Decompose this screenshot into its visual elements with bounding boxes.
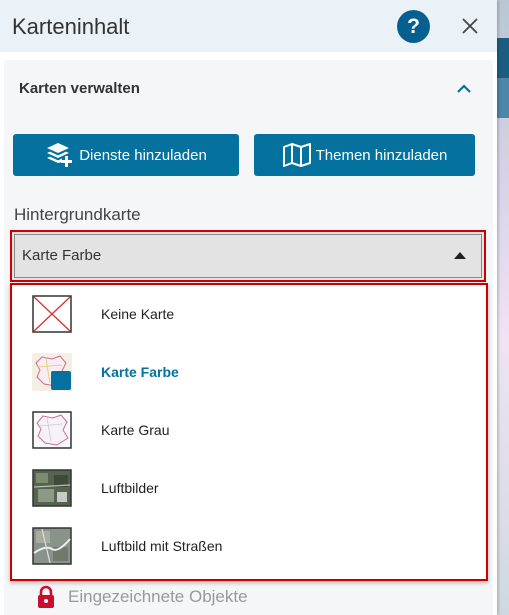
close-button[interactable] xyxy=(457,11,483,41)
no-map-icon xyxy=(32,295,72,333)
load-themes-button[interactable]: Themen hinzuladen xyxy=(254,134,475,176)
map-canvas[interactable] xyxy=(497,0,509,615)
load-services-button[interactable]: Dienste hinzuladen xyxy=(13,134,239,176)
map-icon xyxy=(282,143,311,167)
selected-value: Karte Farbe xyxy=(22,247,102,264)
background-map-label: Hintergrundkarte xyxy=(14,205,141,224)
load-themes-label: Themen hinzuladen xyxy=(315,146,448,164)
background-map-dropdown: Keine Karte Karte Farbe Karte Grau Luftb… xyxy=(10,283,488,581)
drawn-objects-label: Eingezeichnete Objekte xyxy=(68,587,248,606)
map-control[interactable] xyxy=(497,78,509,118)
option-label: Karte Grau xyxy=(101,422,170,438)
layers-add-icon xyxy=(47,143,73,167)
panel-header: Karteninhalt ? xyxy=(0,0,497,52)
aerial-streets-thumbnail xyxy=(32,527,72,565)
map-content-panel: Karteninhalt ? Karten verwalten Dienste … xyxy=(0,0,497,615)
caret-up-icon xyxy=(454,252,466,259)
gray-map-thumbnail xyxy=(32,411,72,449)
option-luftbilder[interactable]: Luftbilder xyxy=(12,459,486,517)
panel-title: Karteninhalt xyxy=(12,14,130,39)
background-map-select[interactable]: Karte Farbe xyxy=(10,230,486,282)
lock-icon xyxy=(38,585,54,608)
color-map-thumbnail xyxy=(32,353,72,391)
section-title: Karten verwalten xyxy=(19,80,140,97)
option-keine-karte[interactable]: Keine Karte xyxy=(12,285,486,343)
load-services-label: Dienste hinzuladen xyxy=(79,146,207,164)
option-label: Karte Farbe xyxy=(101,364,179,380)
option-luftbild-mit-strassen[interactable]: Luftbild mit Straßen xyxy=(12,517,486,575)
help-button[interactable]: ? xyxy=(397,10,430,43)
option-karte-grau[interactable]: Karte Grau xyxy=(12,401,486,459)
aerial-thumbnail xyxy=(32,469,72,507)
option-label: Luftbilder xyxy=(101,480,159,496)
chevron-up-icon[interactable] xyxy=(456,81,472,97)
option-karte-farbe[interactable]: Karte Farbe xyxy=(12,343,486,401)
map-control[interactable] xyxy=(497,38,509,78)
option-label: Luftbild mit Straßen xyxy=(101,538,223,554)
close-icon xyxy=(462,18,478,34)
drawn-objects-layer[interactable]: Eingezeichnete Objekte xyxy=(36,585,248,609)
option-label: Keine Karte xyxy=(101,306,175,322)
